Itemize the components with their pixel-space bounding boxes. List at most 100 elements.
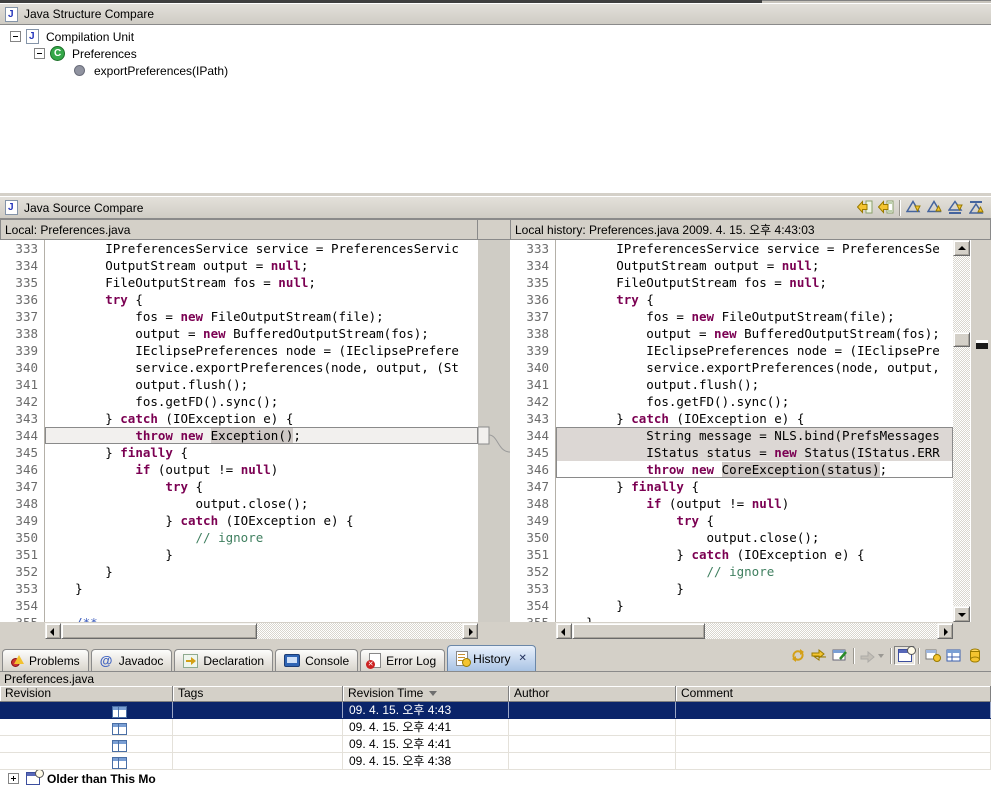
tab-problems[interactable]: Problems	[2, 649, 89, 671]
scroll-left-button[interactable]	[556, 623, 572, 639]
left-horizontal-scroll-thumb[interactable]	[61, 623, 257, 639]
vertical-scroll-thumb[interactable]	[953, 332, 970, 347]
tab-javadoc[interactable]: Javadoc	[91, 649, 173, 671]
show-tag-viewer-button[interactable]	[922, 646, 943, 665]
refresh-button[interactable]	[787, 646, 808, 665]
code-line: fos.getFD().sync();	[556, 393, 953, 410]
next-difference-button[interactable]	[903, 198, 924, 217]
line-number: 341	[0, 376, 44, 393]
column-header-comment[interactable]: Comment	[676, 686, 991, 702]
line-number: 343	[0, 410, 44, 427]
history-group-row[interactable]: Older than This Mo	[0, 770, 991, 787]
revision-time-cell: 09. 4. 15. 오후 4:43	[343, 702, 509, 718]
show-comment-viewer-button[interactable]	[964, 646, 985, 665]
next-change-button[interactable]	[945, 198, 966, 217]
tab-label: History	[473, 652, 510, 666]
column-header-tags[interactable]: Tags	[173, 686, 343, 702]
expander-icon[interactable]	[10, 31, 21, 42]
tags-cell	[173, 719, 343, 735]
link-with-editor-button[interactable]	[808, 646, 829, 665]
code-line: // ignore	[556, 563, 953, 580]
code-line: if (output != null)	[45, 461, 478, 478]
right-pane-header: Local history: Preferences.java 2009. 4.…	[510, 219, 991, 240]
history-row[interactable]: 09. 4. 15. 오후 4:41	[0, 719, 991, 736]
code-line: IPreferencesService service = Preference…	[45, 240, 478, 257]
group-by-date-button[interactable]	[894, 646, 915, 665]
line-number: 351	[510, 546, 555, 563]
copy-all-right-to-left-button[interactable]	[854, 198, 875, 217]
tab-console[interactable]: Console	[275, 649, 358, 671]
tree-item-compilation-unit[interactable]: Compilation Unit	[0, 28, 991, 45]
scroll-down-button[interactable]	[953, 606, 970, 622]
code-line: output.close();	[45, 495, 478, 512]
left-code-pane[interactable]: IPreferencesService service = Preference…	[45, 240, 478, 622]
history-row[interactable]: 09. 4. 15. 오후 4:41	[0, 736, 991, 753]
line-number: 349	[0, 512, 44, 529]
scroll-right-button[interactable]	[937, 623, 953, 639]
diff-overview-marker[interactable]	[976, 340, 988, 349]
scroll-up-button[interactable]	[953, 240, 970, 256]
vertical-scrollbar[interactable]	[953, 240, 970, 622]
next-change-icon	[948, 200, 964, 215]
hscroll-row	[0, 622, 991, 640]
previous-difference-button[interactable]	[924, 198, 945, 217]
declaration-icon	[183, 654, 198, 668]
scroll-left-button[interactable]	[45, 623, 61, 639]
line-number: 347	[510, 478, 555, 495]
copy-change-left-arrow-icon	[878, 200, 894, 215]
code-line: throw new Exception();	[45, 427, 478, 444]
tab-history[interactable]: History ✕	[447, 645, 536, 671]
copy-current-change-right-to-left-button[interactable]	[875, 198, 896, 217]
scroll-right-button[interactable]	[462, 623, 478, 639]
column-header-author[interactable]: Author	[509, 686, 676, 702]
history-row[interactable]: 09. 4. 15. 오후 4:38	[0, 753, 991, 770]
code-line: IPreferencesService service = Preference…	[556, 240, 953, 257]
compare-mode-button[interactable]	[857, 646, 887, 665]
history-row[interactable]: 09. 4. 15. 오후 4:43	[0, 702, 991, 719]
right-horizontal-scroll-thumb[interactable]	[572, 623, 705, 639]
code-line: fos.getFD().sync();	[45, 393, 478, 410]
line-number: 344	[510, 427, 555, 444]
tab-declaration[interactable]: Declaration	[174, 649, 273, 671]
left-horizontal-scrollbar[interactable]	[45, 623, 478, 639]
pin-view-button[interactable]	[829, 646, 850, 665]
line-number: 342	[510, 393, 555, 410]
expander-icon[interactable]	[8, 773, 19, 784]
next-difference-icon	[906, 200, 922, 215]
revision-time-cell: 09. 4. 15. 오후 4:41	[343, 736, 509, 752]
column-header-revision-time[interactable]: Revision Time	[343, 686, 509, 702]
line-number: 338	[510, 325, 555, 342]
diff-connector-icon	[478, 240, 510, 622]
comment-cell	[676, 719, 991, 735]
right-code-pane[interactable]: IPreferencesService service = Preference…	[556, 240, 953, 622]
line-number: 349	[510, 512, 555, 529]
tree-item-label: Compilation Unit	[44, 30, 134, 44]
right-arrow-icon	[469, 628, 473, 636]
code-line: }	[556, 597, 953, 614]
code-line: OutputStream output = null;	[45, 257, 478, 274]
line-number: 350	[0, 529, 44, 546]
structure-tree[interactable]: Compilation UnitPreferencesexportPrefere…	[0, 25, 991, 197]
comment-cell	[676, 736, 991, 752]
show-revision-table-button[interactable]	[943, 646, 964, 665]
column-header-revision[interactable]: Revision	[0, 686, 173, 702]
line-number: 352	[0, 563, 44, 580]
line-number: 341	[510, 376, 555, 393]
revision-cell	[0, 753, 173, 769]
code-line: if (output != null)	[556, 495, 953, 512]
line-number: 345	[0, 444, 44, 461]
right-horizontal-scrollbar[interactable]	[556, 623, 953, 639]
tree-item-exportpreferences-ipath[interactable]: exportPreferences(IPath)	[0, 62, 991, 79]
previous-change-button[interactable]	[966, 198, 987, 217]
code-line: output.flush();	[45, 376, 478, 393]
tab-error-log[interactable]: Error Log	[360, 649, 445, 671]
diff-overview-ruler[interactable]	[970, 240, 991, 622]
line-number: 342	[0, 393, 44, 410]
close-icon[interactable]: ✕	[519, 653, 527, 664]
line-number: 346	[0, 461, 44, 478]
author-cell	[509, 702, 676, 718]
history-file-label: Preferences.java	[0, 671, 991, 686]
down-arrow-icon	[958, 613, 966, 617]
tree-item-preferences[interactable]: Preferences	[0, 45, 991, 62]
expander-icon[interactable]	[34, 48, 45, 59]
